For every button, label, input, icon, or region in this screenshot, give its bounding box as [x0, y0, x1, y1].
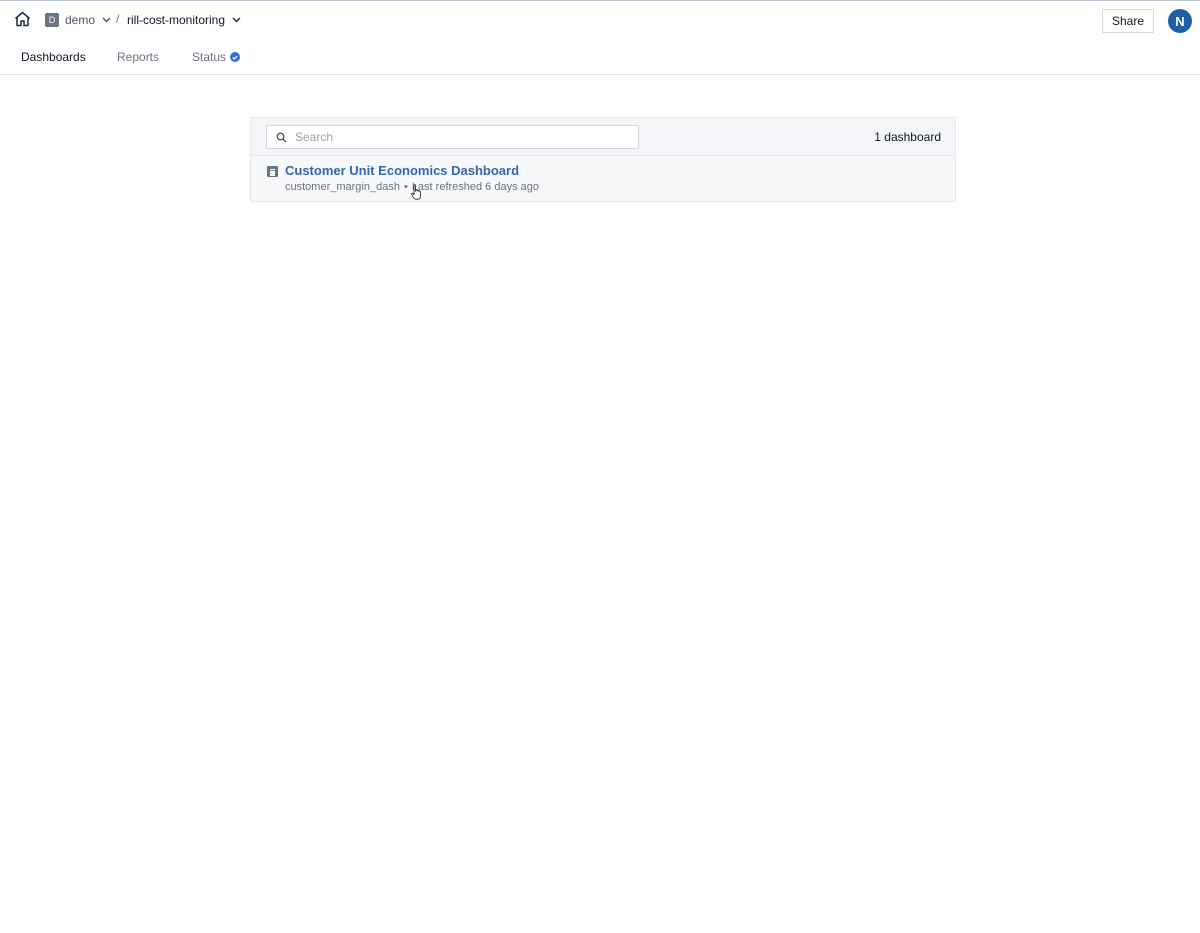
- org-avatar: D: [45, 13, 59, 27]
- tab-reports[interactable]: Reports: [117, 50, 159, 64]
- list-item[interactable]: Customer Unit Economics Dashboard custom…: [251, 156, 955, 201]
- project-name: rill-cost-monitoring: [127, 13, 226, 27]
- share-button[interactable]: Share: [1102, 9, 1154, 33]
- check-circle-icon: [230, 52, 241, 62]
- project-selector[interactable]: rill-cost-monitoring: [127, 12, 241, 28]
- chevron-down-icon: [101, 15, 111, 25]
- search-input[interactable]: [295, 130, 625, 144]
- dashboard-icon: [267, 166, 278, 177]
- project-tabs: Dashboards Reports Status: [0, 40, 1200, 75]
- tab-label: Status: [192, 50, 227, 64]
- user-avatar[interactable]: N: [1168, 9, 1192, 33]
- top-bar: D demo / rill-cost-monitoring Share N: [0, 1, 1200, 38]
- dashboard-count: 1 dashboard: [874, 130, 941, 144]
- tab-dashboards[interactable]: Dashboards: [21, 50, 86, 64]
- dashboard-list-panel: 1 dashboard Customer Unit Economics Dash…: [250, 117, 956, 202]
- org-name: demo: [65, 13, 96, 27]
- tab-status[interactable]: Status: [192, 50, 241, 64]
- dashboard-title[interactable]: Customer Unit Economics Dashboard: [285, 163, 519, 178]
- tab-label: Dashboards: [21, 50, 86, 64]
- search-box[interactable]: [266, 125, 639, 149]
- home-icon: [14, 11, 30, 27]
- dashboard-name: customer_margin_dash: [285, 181, 400, 193]
- home-button[interactable]: [13, 10, 31, 28]
- tab-label: Reports: [117, 50, 160, 64]
- breadcrumb-separator: /: [116, 12, 120, 26]
- org-selector[interactable]: D demo: [45, 12, 111, 28]
- search-icon: [275, 131, 287, 143]
- dashboard-list-header: 1 dashboard: [251, 118, 955, 156]
- hand-cursor-icon: [411, 184, 421, 200]
- meta-bullet: •: [403, 181, 408, 193]
- last-refreshed: Last refreshed 6 days ago: [411, 181, 540, 193]
- chevron-down-icon: [231, 15, 241, 25]
